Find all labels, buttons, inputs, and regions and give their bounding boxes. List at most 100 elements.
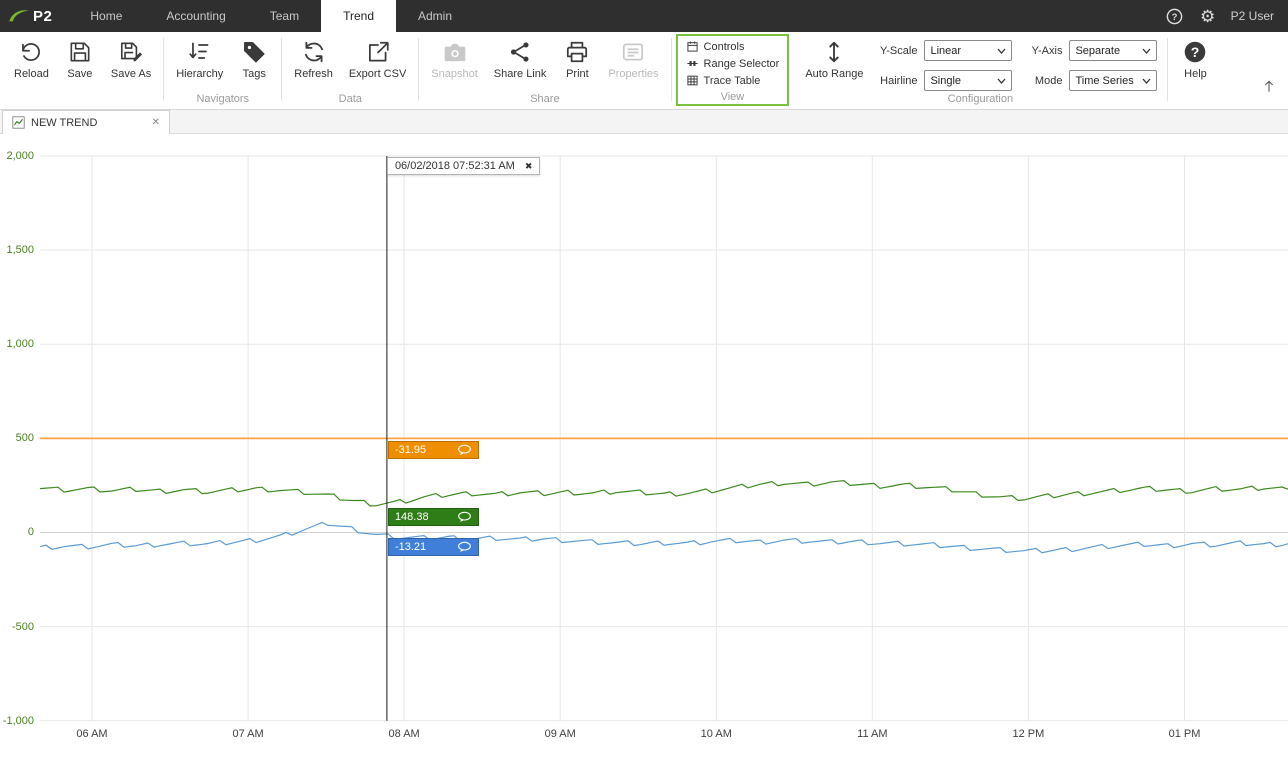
nav-tab-accounting[interactable]: Accounting [144,0,247,32]
nav-tab-admin[interactable]: Admin [396,0,474,32]
tags-button[interactable]: Tags [231,34,277,82]
ribbon-group-file: Reload Save Save As [2,32,163,109]
snapshot-button[interactable]: Snapshot [423,34,485,82]
x-axis-tick-label: 07 AM [232,727,264,740]
export-csv-icon [368,41,389,62]
y-axis-label: Y-Axis [1031,44,1063,57]
hairline-label: Hairline [880,74,918,87]
group-divider [670,38,672,101]
x-axis-tick-label: 11 AM [857,727,888,740]
y-axis-tick-label: 0 [27,526,34,539]
share-link-icon [510,42,529,62]
x-axis-tick-label: 10 AM [700,727,732,740]
comment-bubble-icon [458,541,471,552]
export-csv-button[interactable]: Export CSV [341,34,414,82]
y-axis-tick-label: -500 [11,620,34,633]
gear-icon[interactable]: ⚙ [1198,6,1218,26]
topbar-right: ? ⚙ P2 User [1165,0,1288,32]
save-as-icon [121,42,143,62]
y-scale-label: Y-Scale [879,44,918,57]
hairline-value-text: 148.38 [394,510,429,523]
auto-range-button[interactable]: Auto Range [797,34,871,82]
top-bar: P2 Home Accounting Team Trend Admin ? ⚙ … [0,0,1288,32]
save-button[interactable]: Save [57,34,103,82]
nav-tab-home[interactable]: Home [68,0,144,32]
snapshot-camera-icon [444,43,465,62]
help-circle-icon[interactable]: ? [1165,6,1185,26]
chevron-down-icon [997,78,1006,84]
y-scale-select[interactable]: Linear [924,40,1013,61]
share-link-button[interactable]: Share Link [486,34,555,82]
x-axis-tick-label: 12 PM [1012,727,1045,740]
group-caption-view: View [720,91,745,103]
ribbon-group-view: Controls Range Selector Trace Table View [675,34,790,106]
chart-svg[interactable] [0,134,1288,758]
ribbon-group-navigators: Hierarchy Tags Navigators [164,32,281,109]
nav-tab-trend[interactable]: Trend [321,0,396,32]
help-button[interactable]: ? Help [1172,34,1218,82]
hairline-timestamp: 06/02/2018 07:52:31 AM [394,160,515,172]
chevron-down-icon [997,48,1006,54]
hairline-value-label[interactable]: 148.38 [387,507,479,526]
x-axis-tick-label: 08 AM [388,727,420,740]
ribbon-group-data: Refresh Export CSV Data [282,32,418,109]
user-name[interactable]: P2 User [1231,9,1274,23]
collapse-up-arrow-icon [1265,80,1273,92]
reload-button[interactable]: Reload [6,34,57,82]
view-range-selector-toggle[interactable]: Range Selector [686,55,779,72]
controls-calendar-icon [686,41,698,52]
group-caption [6,92,159,109]
nav-tab-team[interactable]: Team [248,0,321,32]
y-axis-tick-label: -1,000 [2,714,34,727]
x-axis-tick-label: 09 AM [544,727,576,740]
tags-icon [244,42,265,63]
print-icon [567,41,588,63]
print-button[interactable]: Print [554,34,600,82]
x-axis-tick-label: 01 PM [1168,727,1201,740]
save-icon [70,42,90,62]
group-caption-navigators: Navigators [196,93,250,105]
y-axis-select[interactable]: Separate [1069,40,1158,61]
help-icon: ? [1185,41,1206,63]
hairline-value-text: -13.21 [394,540,427,553]
view-controls-toggle[interactable]: Controls [686,38,780,55]
refresh-button[interactable]: Refresh [286,34,341,82]
trend-tab-icon [12,116,25,129]
hairline-select[interactable]: Single [924,70,1013,91]
collapse-ribbon-button[interactable] [1260,78,1278,96]
group-caption-data: Data [338,93,362,105]
logo-text: P2 [33,7,53,25]
hairline-value-label[interactable]: -13.21 [387,537,479,556]
hierarchy-icon [189,42,209,59]
view-trace-table-toggle[interactable]: Trace Table [686,72,780,89]
auto-range-icon [829,41,840,63]
mode-select[interactable]: Time Series [1069,70,1158,91]
ribbon-group-configuration: Auto Range Y-Scale Linear Hairline Singl… [793,32,1167,109]
save-as-button[interactable]: Save As [103,34,159,82]
hairline-close-icon[interactable]: ✖ [525,161,533,172]
hairline-value-label[interactable]: -31.95 [387,441,479,460]
chevron-down-icon [1142,78,1151,84]
svg-text:?: ? [1191,44,1200,60]
group-caption-configuration: Configuration [947,93,1014,105]
p2-logo: P2 [0,0,68,32]
refresh-icon [304,41,323,63]
ribbon-group-help: ? Help [1168,32,1222,109]
chevron-down-icon [1142,48,1151,54]
y-axis-tick-label: 500 [15,432,34,445]
comment-bubble-icon [458,445,471,456]
range-selector-icon [686,61,698,66]
y-axis-tick-label: 2,000 [6,150,34,162]
group-caption-share: Share [530,93,560,105]
close-icon[interactable]: ✕ [152,117,160,128]
document-tab-new-trend[interactable]: NEW TREND ✕ [2,110,170,134]
hierarchy-button[interactable]: Hierarchy [168,34,231,82]
ribbon-group-share: Snapshot Share Link Print Properties Sha… [419,32,670,109]
svg-text:?: ? [1172,11,1178,22]
hairline-timestamp-tooltip: 06/02/2018 07:52:31 AM ✖ [386,157,541,175]
p2-leaf-icon [9,10,29,22]
trace-table-icon [686,75,698,86]
properties-button[interactable]: Properties [600,34,666,82]
y-axis-tick-label: 1,000 [6,338,34,351]
reload-icon [22,43,41,61]
